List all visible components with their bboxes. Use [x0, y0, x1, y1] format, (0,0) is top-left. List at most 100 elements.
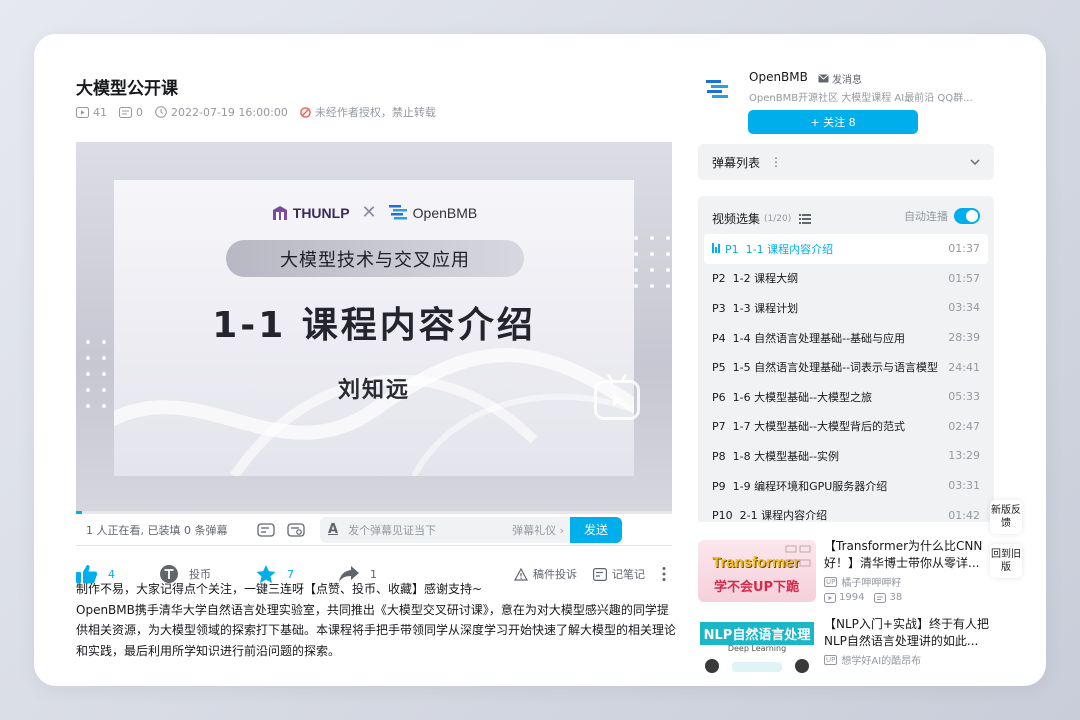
danmaku-count-icon — [874, 592, 887, 603]
episode-duration: 13:29 — [948, 449, 980, 463]
slide-logos: THUNLP ✕ OpenBMB — [114, 202, 634, 223]
episode-number: P9 — [712, 479, 726, 493]
recommended-uploader-2[interactable]: UP 想学好AI的酷昂布 — [824, 652, 921, 667]
episode-item[interactable]: P3 1-3 课程计划 03:34 — [704, 293, 988, 323]
episode-name: 2-1 课程内容介绍 — [739, 509, 828, 522]
episode-number: P3 — [712, 301, 726, 315]
thumb-2-subtitle: Deep Learning — [727, 644, 787, 653]
send-danmaku-button[interactable]: 发送 — [570, 516, 622, 543]
episode-number: P7 — [712, 420, 726, 434]
uploader-name[interactable]: OpenBMB — [749, 70, 808, 84]
episode-item[interactable]: P2 1-2 课程大纲 01:57 — [704, 264, 988, 294]
recommended-uploader-1[interactable]: UP 橘子呷呷呷籽 — [824, 574, 901, 589]
episode-duration: 05:33 — [948, 390, 980, 404]
clock-icon — [155, 106, 167, 118]
chevron-down-icon[interactable] — [970, 157, 980, 168]
new-version-feedback-button[interactable]: 新版反馈 — [990, 500, 1022, 534]
description-line-1: 制作不易，大家记得点个关注，一键三连呀【点赞、投币、收藏】感谢支持~ — [76, 582, 483, 596]
episode-name: 1-8 大模型基础--实例 — [732, 449, 840, 463]
recommended-title-1[interactable]: 【Transformer为什么比CNN好！】清华博士带你从零详... — [824, 538, 994, 572]
message-button[interactable]: 发消息 — [818, 71, 862, 86]
danmaku-list-panel[interactable]: 弹幕列表 ⋮ — [698, 144, 994, 180]
episode-name: 1-5 自然语言处理基础--词表示与语言模型 — [732, 361, 939, 375]
app-window: 大模型公开课 41 0 2022-07-19 16:00:00 未经作者授权，禁… — [34, 34, 1046, 686]
episode-title: P1 1-1 课程内容介绍 — [712, 241, 942, 257]
follow-button[interactable]: + 关注 8 — [748, 110, 918, 134]
thu-seal-icon — [272, 205, 287, 220]
list-view-icon[interactable] — [799, 213, 812, 224]
episode-item[interactable]: P1 1-1 课程内容介绍 01:37 — [704, 234, 988, 264]
recommended-video-1[interactable]: Transformer 学不会UP下跪 【Transformer为什么比CNN好… — [698, 534, 990, 604]
thunlp-logo: THUNLP — [271, 204, 350, 222]
episode-item[interactable]: P6 1-6 大模型基础--大模型之旅 05:33 — [704, 382, 988, 412]
episode-item[interactable]: P8 1-8 大模型基础--实例 13:29 — [704, 441, 988, 471]
description-line-2: OpenBMB携手清华大学自然语言处理实验室，共同推出《大模型交叉研讨课》，意在… — [76, 602, 677, 658]
thumb-2-title: NLP自然语言处理 — [700, 622, 814, 645]
episode-name: 1-7 大模型基础--大模型背后的范式 — [732, 420, 906, 434]
prohibited-icon — [300, 106, 311, 118]
episode-item[interactable]: P5 1-5 自然语言处理基础--词表示与语言模型 24:41 — [704, 352, 988, 382]
publish-time: 2022-07-19 16:00:00 — [155, 106, 288, 119]
course-pill: 大模型技术与交叉应用 — [226, 240, 524, 277]
episode-item[interactable]: P10 2-1 课程内容介绍 01:42 — [704, 500, 988, 522]
openbmb-logo: OpenBMB — [388, 204, 477, 222]
danmaku-list-more-icon[interactable]: ⋮ — [770, 155, 782, 169]
danmaku-count-icon — [119, 106, 132, 118]
episode-name: 1-9 编程环境和GPU服务器介绍 — [732, 479, 888, 493]
recommended-video-2[interactable]: NLP自然语言处理 Deep Learning 【NLP入门+实战】终于有人把N… — [698, 612, 990, 682]
episode-title: P3 1-3 课程计划 — [712, 300, 942, 316]
episode-title: P8 1-8 大模型基础--实例 — [712, 448, 942, 464]
uploader-avatar[interactable] — [704, 76, 730, 102]
episode-number: P10 — [712, 509, 733, 522]
episode-duration: 01:57 — [948, 271, 980, 285]
danmaku-placeholder: 发个弹幕见证当下 — [348, 523, 437, 537]
back-to-old-version-button[interactable]: 回到旧版 — [990, 544, 1022, 578]
episode-duration: 03:31 — [948, 479, 980, 493]
episode-title: P5 1-5 自然语言处理基础--词表示与语言模型 — [712, 359, 942, 375]
recommended-thumbnail-2[interactable]: NLP自然语言处理 Deep Learning — [698, 618, 816, 680]
episode-duration: 24:41 — [948, 360, 980, 374]
episode-name: 1-6 大模型基础--大模型之旅 — [732, 390, 873, 404]
rec-1-danmaku: 38 — [874, 592, 902, 603]
episode-item[interactable]: P7 1-7 大模型基础--大模型背后的范式 02:47 — [704, 412, 988, 442]
video-player[interactable]: THUNLP ✕ OpenBMB 大模型技术与交叉应用 1-1 课程内容介绍 刘… — [76, 142, 672, 514]
episode-title: P6 1-6 大模型基础--大模型之旅 — [712, 389, 942, 405]
episode-number: P1 — [725, 242, 739, 256]
publish-datetime: 2022-07-19 16:00:00 — [171, 105, 288, 119]
now-playing-icon — [712, 242, 721, 253]
danmaku-settings-icon[interactable] — [286, 520, 306, 540]
video-description: 制作不易，大家记得点个关注，一键三连呀【点赞、投币、收藏】感谢支持~ OpenB… — [76, 579, 676, 661]
episode-duration: 28:39 — [948, 331, 980, 345]
openbmb-mark-icon — [388, 204, 407, 219]
viewer-count: 1 人正在看, 已装填 0 条弹幕 — [86, 523, 228, 537]
views-count: 41 — [93, 105, 107, 119]
recommended-thumbnail-1[interactable]: Transformer 学不会UP下跪 — [698, 540, 816, 602]
episode-number: P5 — [712, 361, 726, 375]
danmaku-etiquette-link[interactable]: 弹幕礼仪 › — [512, 522, 564, 538]
episode-name: 1-4 自然语言处理基础--基础与应用 — [732, 331, 906, 345]
danmaku-style-icon[interactable]: A — [328, 522, 338, 537]
recommended-stats-1: 1994 38 — [824, 592, 912, 603]
danmaku-bar: 1 人正在看, 已装填 0 条弹幕 A 发个弹幕见证当下 弹幕礼仪 › 发送 — [76, 514, 672, 546]
episode-title: P9 1-9 编程环境和GPU服务器介绍 — [712, 478, 942, 494]
episode-title: P7 1-7 大模型基础--大模型背后的范式 — [712, 418, 942, 434]
danmaku-input[interactable]: A 发个弹幕见证当下 弹幕礼仪 › — [320, 516, 570, 543]
up-badge: UP — [824, 576, 838, 587]
episode-count: (1/20) — [764, 213, 792, 224]
uploader-signature: OpenBMB开源社区 大模型课程 AI最前沿 QQ群... — [749, 93, 973, 104]
episode-title: P2 1-2 课程大纲 — [712, 270, 942, 286]
recommended-title-2[interactable]: 【NLP入门+实战】终于有人把NLP自然语言处理讲的如此... — [824, 616, 994, 650]
copyright-notice: 未经作者授权，禁止转载 — [300, 104, 436, 120]
episode-name: 1-2 课程大纲 — [732, 272, 799, 286]
episode-item[interactable]: P9 1-9 编程环境和GPU服务器介绍 03:31 — [704, 471, 988, 501]
danmaku-toggle-icon[interactable] — [256, 520, 276, 540]
episode-duration: 03:34 — [948, 301, 980, 315]
episode-list-header: 视频选集 (1/20) — [712, 210, 812, 227]
collab-cross: ✕ — [361, 202, 377, 223]
video-meta: 41 0 2022-07-19 16:00:00 未经作者授权，禁止转载 — [76, 104, 448, 120]
up-badge: UP — [824, 654, 838, 665]
episode-item[interactable]: P4 1-4 自然语言处理基础--基础与应用 28:39 — [704, 323, 988, 353]
play-count-icon — [824, 592, 836, 603]
episode-duration: 01:37 — [948, 242, 980, 256]
autoplay-toggle[interactable] — [954, 208, 980, 224]
